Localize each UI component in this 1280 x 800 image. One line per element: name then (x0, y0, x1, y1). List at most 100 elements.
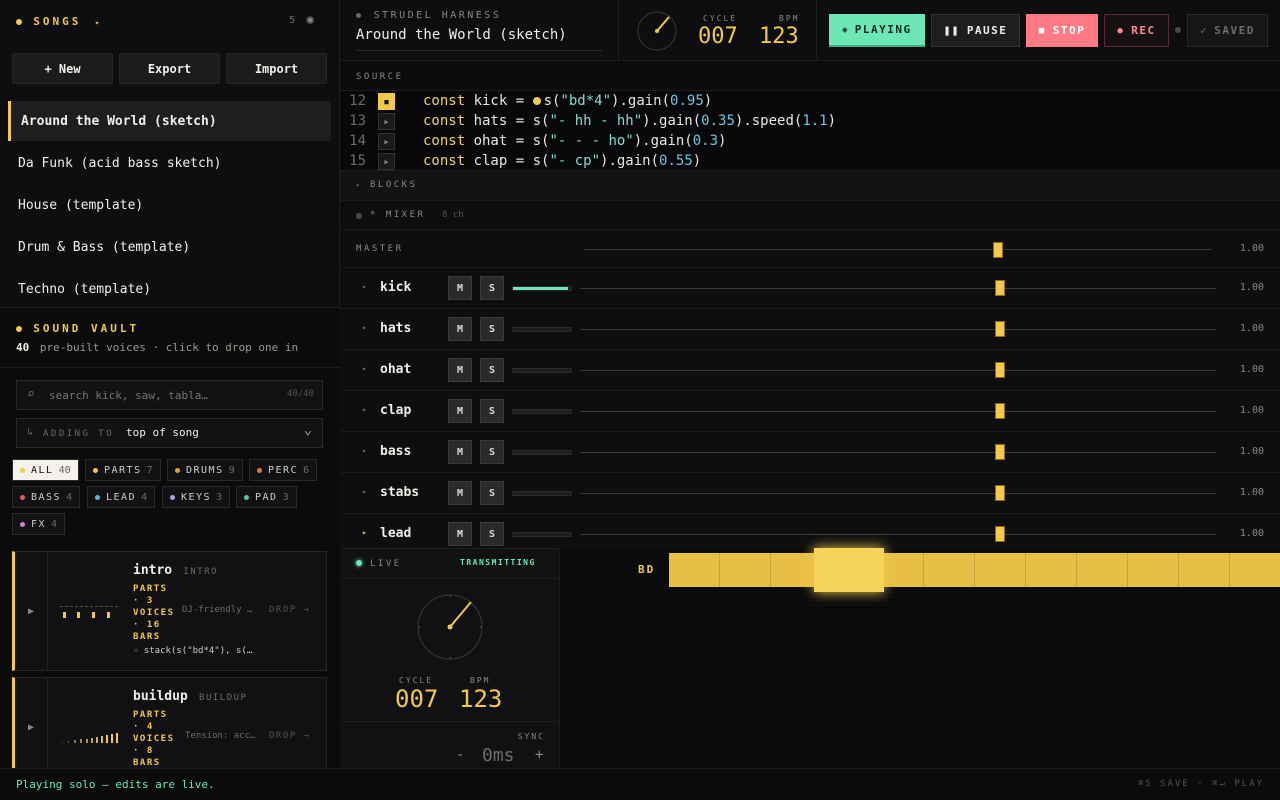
filter-chip-parts[interactable]: PARTS 7 (85, 459, 161, 481)
export-button[interactable]: Export (119, 53, 220, 84)
song-item[interactable]: House (template) (8, 185, 331, 225)
master-fader-knob[interactable] (993, 242, 1004, 258)
chevron-down-icon: ⌄ (303, 422, 312, 438)
mute-button[interactable]: M (448, 317, 472, 341)
mute-button[interactable]: M (448, 276, 472, 300)
voice-card[interactable]: ▶ intro INTRO PARTS · 3 VOICES · 16 BARS… (12, 551, 327, 671)
sync-plus-button[interactable]: + (535, 747, 543, 763)
stop-button[interactable]: ■ STOP (1026, 14, 1098, 47)
solo-button[interactable]: S (480, 481, 504, 505)
sparkle-icon: ✦ (94, 18, 100, 27)
fader-knob[interactable] (994, 280, 1005, 296)
solo-button[interactable]: S (480, 276, 504, 300)
saved-button[interactable]: ✓ SAVED (1187, 14, 1268, 47)
live-bpm-label: BPM (470, 676, 491, 685)
mute-button[interactable]: M (448, 522, 472, 546)
blocks-section[interactable]: ▸ BLOCKS (340, 170, 1280, 200)
settings-gear-icon[interactable]: ✺ (306, 12, 314, 28)
adding-to-select[interactable]: ↳ ADDING TO top of song ⌄ (16, 418, 323, 448)
song-title-input[interactable]: Around the World (sketch) (356, 27, 602, 51)
play-preview-icon[interactable]: ▶ (15, 552, 48, 670)
play-preview-icon[interactable]: ▶ (15, 678, 48, 776)
mute-button[interactable]: M (448, 399, 472, 423)
solo-button[interactable]: S (480, 440, 504, 464)
drop-button[interactable]: DROP → (269, 605, 311, 615)
fader-knob[interactable] (994, 526, 1005, 542)
fader-track[interactable] (580, 288, 1216, 289)
fader-knob[interactable] (994, 321, 1005, 337)
vault-subtitle: pre-built voices · click to drop one in (39, 341, 299, 354)
expand-chevron-icon[interactable]: ▸ (362, 528, 367, 537)
rec-button[interactable]: ● REC (1104, 14, 1169, 47)
filter-chip-all[interactable]: ALL 40 (12, 459, 79, 481)
song-item[interactable]: Da Funk (acid bass sketch) (8, 143, 331, 183)
expand-chevron-icon[interactable]: ▸ (362, 446, 367, 455)
record-dot-icon: ● (1117, 25, 1125, 36)
fader-track[interactable] (580, 329, 1216, 330)
mute-button[interactable]: M (448, 440, 472, 464)
code-line[interactable]: 15 ▶ const clap = s("- cp").gain(0.55) (340, 151, 1280, 171)
fader-track[interactable] (580, 534, 1216, 535)
expand-chevron-icon[interactable]: ▸ (362, 282, 367, 291)
filter-chip-lead[interactable]: LEAD 4 (87, 486, 156, 508)
code-text: const hats = s("- hh - hh").gain(0.35).s… (423, 113, 837, 129)
app-status-dot-icon (356, 12, 361, 18)
play-line-icon[interactable]: ▶ (378, 153, 395, 170)
expand-arrow-icon: ▸ (356, 181, 361, 189)
new-song-button[interactable]: + New (12, 53, 113, 84)
expand-chevron-icon[interactable]: ▸ (362, 487, 367, 496)
import-button[interactable]: Import (226, 53, 327, 84)
fader-track[interactable] (580, 493, 1216, 494)
fader-knob[interactable] (994, 362, 1005, 378)
filter-chip-fx[interactable]: FX 4 (12, 513, 66, 535)
song-item[interactable]: Drum & Bass (template) (8, 227, 331, 267)
pause-button[interactable]: ❚❚ PAUSE (931, 14, 1020, 47)
vault-dot-icon (16, 325, 22, 332)
code-line[interactable]: 12 ■ const kick = s("bd*4").gain(0.95) (340, 91, 1280, 111)
expand-chevron-icon[interactable]: ▸ (362, 405, 367, 414)
filter-chip-drums[interactable]: DRUMS 9 (167, 459, 243, 481)
fader-track[interactable] (580, 370, 1216, 371)
chip-label: PERC (268, 464, 299, 476)
mute-button[interactable]: M (448, 481, 472, 505)
stop-line-icon[interactable]: ■ (378, 93, 395, 110)
filter-chip-pad[interactable]: PAD 3 (236, 486, 297, 508)
active-voice-dot-icon (532, 97, 541, 105)
expand-chevron-icon[interactable]: ▸ (362, 323, 367, 332)
fader-track[interactable] (580, 411, 1216, 412)
drop-button[interactable]: DROP → (269, 731, 311, 741)
line-number: 15 (349, 153, 366, 169)
sync-minus-button[interactable]: - (456, 747, 464, 763)
vault-search[interactable]: ⌕ 40/40 (16, 380, 323, 410)
fader-track[interactable] (580, 452, 1216, 453)
bpm-value[interactable]: 123 (759, 24, 799, 49)
filter-chip-keys[interactable]: KEYS 3 (162, 486, 231, 508)
chip-count: 4 (66, 491, 73, 503)
playing-button[interactable]: ◉ PLAYING (829, 14, 925, 47)
code-editor[interactable]: 12 ■ const kick = s("bd*4").gain(0.95) 13 ▶ c… (340, 90, 1280, 170)
fader-knob[interactable] (994, 485, 1005, 501)
code-line[interactable]: 13 ▶ const hats = s("- hh - hh").gain(0.35… (340, 111, 1280, 131)
code-line[interactable]: 14 ▶ const ohat = s("- - - ho").gain(0.3) (340, 131, 1280, 151)
solo-button[interactable]: S (480, 522, 504, 546)
search-input[interactable] (49, 387, 269, 404)
stop-label: STOP (1052, 24, 1086, 37)
filter-chip-bass[interactable]: BASS 4 (12, 486, 81, 508)
play-line-icon[interactable]: ▶ (378, 113, 395, 130)
adding-to-label: ADDING TO (43, 429, 115, 439)
filter-chip-perc[interactable]: PERC 6 (249, 459, 318, 481)
solo-button[interactable]: S (480, 358, 504, 382)
song-item[interactable]: Around the World (sketch) (8, 101, 331, 141)
master-track[interactable] (584, 249, 1212, 250)
voice-card[interactable]: ▶ buildup BUILDUP PARTS · 4 VOICES · 8 B… (12, 677, 327, 777)
mute-button[interactable]: M (448, 358, 472, 382)
solo-button[interactable]: S (480, 317, 504, 341)
solo-button[interactable]: S (480, 399, 504, 423)
chip-dot-icon (20, 467, 25, 473)
fader-knob[interactable] (994, 444, 1005, 460)
play-line-icon[interactable]: ▶ (378, 133, 395, 150)
song-item[interactable]: Techno (template) (8, 269, 331, 309)
fader-knob[interactable] (994, 403, 1005, 419)
chip-dot-icon (257, 467, 262, 473)
expand-chevron-icon[interactable]: ▸ (362, 364, 367, 373)
